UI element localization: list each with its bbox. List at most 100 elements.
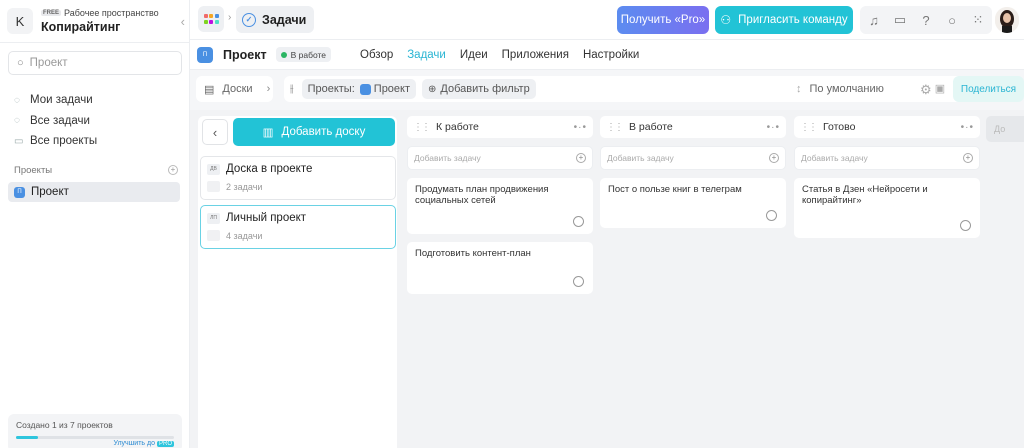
status-badge[interactable]: В работе [275,47,332,62]
apps-dot [203,19,208,24]
task-title: Продумать план продвижения социальных се… [415,184,549,206]
board-tag: ЛП [207,212,220,224]
more-icon[interactable]: •·• [767,122,780,133]
bell-icon[interactable]: ♫ [866,12,882,28]
board-area: ‹ ▥ Добавить доску ДВ Доска в проекте 2 … [190,110,1024,448]
status-label: В работе [290,49,327,60]
kanban-column: ⋮⋮ Готово •·• Добавить задачу + Статья в… [794,116,980,448]
filter-chip-value: Проект [373,83,411,95]
more-icon[interactable]: •·• [961,122,974,133]
column-header[interactable]: ⋮⋮ К работе •·• [407,116,593,138]
add-task-input[interactable]: Добавить задачу + [794,146,980,170]
projects-title: Проекты [14,165,53,176]
task-title: Подготовить контент-план [415,248,531,259]
plus-icon[interactable]: + [963,153,973,163]
sidebar-item-all-projects[interactable]: ▭ Все проекты [14,131,97,152]
back-button[interactable]: ‹ [202,119,228,145]
task-card[interactable]: Подготовить контент-план [407,242,593,294]
board-name: Доска в проекте [226,163,313,175]
boards-panel: ‹ ▥ Добавить доску ДВ Доска в проекте 2 … [198,116,397,448]
invite-label: Пригласить команду [738,14,848,26]
upgrade-link[interactable]: Улучшить до PRO [113,440,174,447]
add-task-placeholder: Добавить задачу [607,153,674,163]
add-board-label: Добавить доску [281,126,366,138]
kanban-column: ⋮⋮ К работе •·• Добавить задачу + Продум… [407,116,593,448]
board-icon: ▤ [204,83,215,96]
plus-icon[interactable]: + [576,153,586,163]
drag-handle-icon[interactable]: ⋮⋮ [606,122,624,133]
apps-dot [209,14,213,19]
sidebar-search-input[interactable]: ○ Проект [8,51,182,75]
sidebar-item-project[interactable]: П Проект [8,182,180,202]
divider [0,42,190,43]
save-icon[interactable]: ▣ [935,82,945,95]
add-task-input[interactable]: Добавить задачу + [407,146,593,170]
workspace-switcher[interactable]: K FREE Рабочее пространство Копирайтинг … [7,6,185,36]
column-header[interactable]: ⋮⋮ В работе •·• [600,116,786,138]
workspace-label: Рабочее пространство [64,8,159,18]
kanban-column: ⋮⋮ В работе •·• Добавить задачу + Пост о… [600,116,786,448]
plan-badge: FREE [41,10,62,16]
sidebar-item-all-tasks[interactable]: ◌ Все задачи [14,111,97,132]
sidebar-item-label: Проект [31,186,69,198]
drag-handle-icon[interactable]: ⋮⋮ [800,122,818,133]
more-icon[interactable]: •·• [574,122,587,133]
add-task-input[interactable]: Добавить задачу + [600,146,786,170]
invite-team-button[interactable]: ⚇ Пригласить команду [715,6,853,34]
add-filter-button[interactable]: ⊕ Добавить фильтр [422,79,536,99]
complete-checkbox[interactable] [766,210,777,221]
tab-tasks[interactable]: Задачи [407,49,446,61]
complete-checkbox[interactable] [573,216,584,227]
boards-label: Доски [222,83,253,95]
add-column-placeholder[interactable]: До [986,116,1024,142]
boards-selector[interactable]: ▤ Доски › [196,76,273,102]
help-icon[interactable]: ? [918,12,934,28]
add-board-button[interactable]: ▥ Добавить доску [233,118,395,146]
tab-overview[interactable]: Обзор [360,49,393,61]
check-circle-icon: ◌ [14,94,20,106]
add-task-placeholder: Добавить задачу [414,153,481,163]
breadcrumb-label: Задачи [262,12,307,27]
complete-checkbox[interactable] [573,276,584,287]
task-card[interactable]: Пост о пользе книг в телеграм [600,178,786,228]
folder-icon[interactable]: ▭ [892,12,908,28]
chevron-right-icon: › [266,83,271,95]
drag-handle-icon[interactable]: ⋮⋮ [413,122,431,133]
search-icon[interactable]: ○ [944,12,960,28]
apps-dot [209,19,213,24]
sort-selector[interactable]: ↕ По умолчанию [786,76,906,102]
tab-settings[interactable]: Настройки [583,49,639,61]
get-pro-button[interactable]: Получить «Pro» [617,6,709,34]
task-count-icon [207,230,220,241]
plus-icon[interactable]: + [769,153,779,163]
column-title: В работе [629,121,673,133]
task-title: Пост о пользе книг в телеграм [608,184,742,195]
add-user-icon: ⚇ [720,13,732,27]
task-card[interactable]: Статья в Дзен «Нейросети и копирайтинг» [794,178,980,238]
tab-apps[interactable]: Приложения [502,49,569,61]
add-project-icon[interactable]: + [168,165,178,175]
board-card[interactable]: ЛП Личный проект 4 задачи [200,205,396,249]
avatar[interactable] [995,7,1019,33]
workspace-name: Копирайтинг [41,20,121,34]
gear-icon[interactable]: ⚙ [920,82,932,98]
share-button[interactable]: Поделиться [953,76,1024,102]
board-task-count: 2 задачи [226,181,263,192]
board-card[interactable]: ДВ Доска в проекте 2 задачи [200,156,396,200]
filter-settings-icon[interactable]: ⫲ [290,83,294,96]
column-header[interactable]: ⋮⋮ Готово •·• [794,116,980,138]
complete-checkbox[interactable] [960,220,971,231]
apps-grid-icon[interactable]: ⁙ [970,12,986,28]
collapse-sidebar-icon[interactable]: ‹ [181,14,185,29]
sidebar-item-my-tasks[interactable]: ◌ Мои задачи [14,90,97,111]
project-icon: П [197,46,213,63]
column-title: Готово [823,121,856,133]
breadcrumb-tasks[interactable]: ✓ Задачи [236,6,315,33]
plan-usage-bar [16,436,174,439]
task-count-icon [207,181,220,192]
board-task-count: 4 задачи [226,230,263,241]
apps-menu-button[interactable] [198,6,224,32]
task-card[interactable]: Продумать план продвижения социальных се… [407,178,593,234]
projects-filter-chip[interactable]: Проекты: Проект [301,79,417,99]
tab-ideas[interactable]: Идеи [460,49,488,61]
